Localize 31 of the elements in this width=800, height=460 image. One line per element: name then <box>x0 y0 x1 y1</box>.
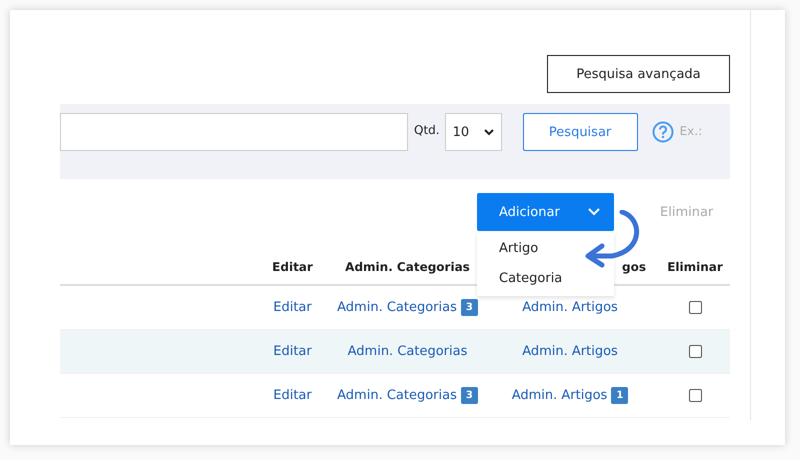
categories-link[interactable]: Admin. Categorias <box>337 300 457 315</box>
chevron-icon <box>484 128 494 136</box>
edit-link[interactable]: Editar <box>273 300 312 315</box>
checkbox[interactable] <box>688 389 702 402</box>
search-button[interactable]: Pesquisar <box>522 113 638 151</box>
count-badge: 1 <box>611 387 628 404</box>
column-header: gos <box>621 260 647 274</box>
search-field[interactable] <box>60 113 408 151</box>
categories-link[interactable]: Admin. Categorias <box>348 344 468 359</box>
categories-link[interactable]: Admin. Categorias <box>337 388 457 403</box>
articles-link[interactable]: Admin. Artigos <box>512 388 608 403</box>
count-badge: 3 <box>460 387 478 404</box>
checkbox[interactable] <box>688 345 702 358</box>
column-header: Eliminar <box>666 260 724 274</box>
quantity-select[interactable]: 10 <box>444 113 502 151</box>
articles-link[interactable]: Admin. Artigos <box>522 344 618 359</box>
column-header: Editar <box>271 260 314 274</box>
edit-link[interactable]: Editar <box>273 344 312 359</box>
count-badge: 3 <box>460 299 478 316</box>
menu-item[interactable]: Categoria <box>477 264 614 294</box>
menu-item[interactable]: Artigo <box>477 234 614 264</box>
chevron-icon <box>588 208 600 216</box>
edit-link[interactable]: Editar <box>273 388 312 403</box>
articles-link[interactable]: Admin. Artigos <box>522 300 618 315</box>
column-header: Admin. Categorias <box>344 260 471 274</box>
advanced-search-button[interactable]: Pesquisa avançada <box>547 55 730 93</box>
quantity-label: Qtd. <box>414 123 440 137</box>
add-button[interactable]: Adicionar <box>477 193 614 231</box>
hint-text: Ex.: <box>680 124 702 138</box>
help-icon[interactable] <box>652 121 674 143</box>
checkbox[interactable] <box>688 301 702 314</box>
